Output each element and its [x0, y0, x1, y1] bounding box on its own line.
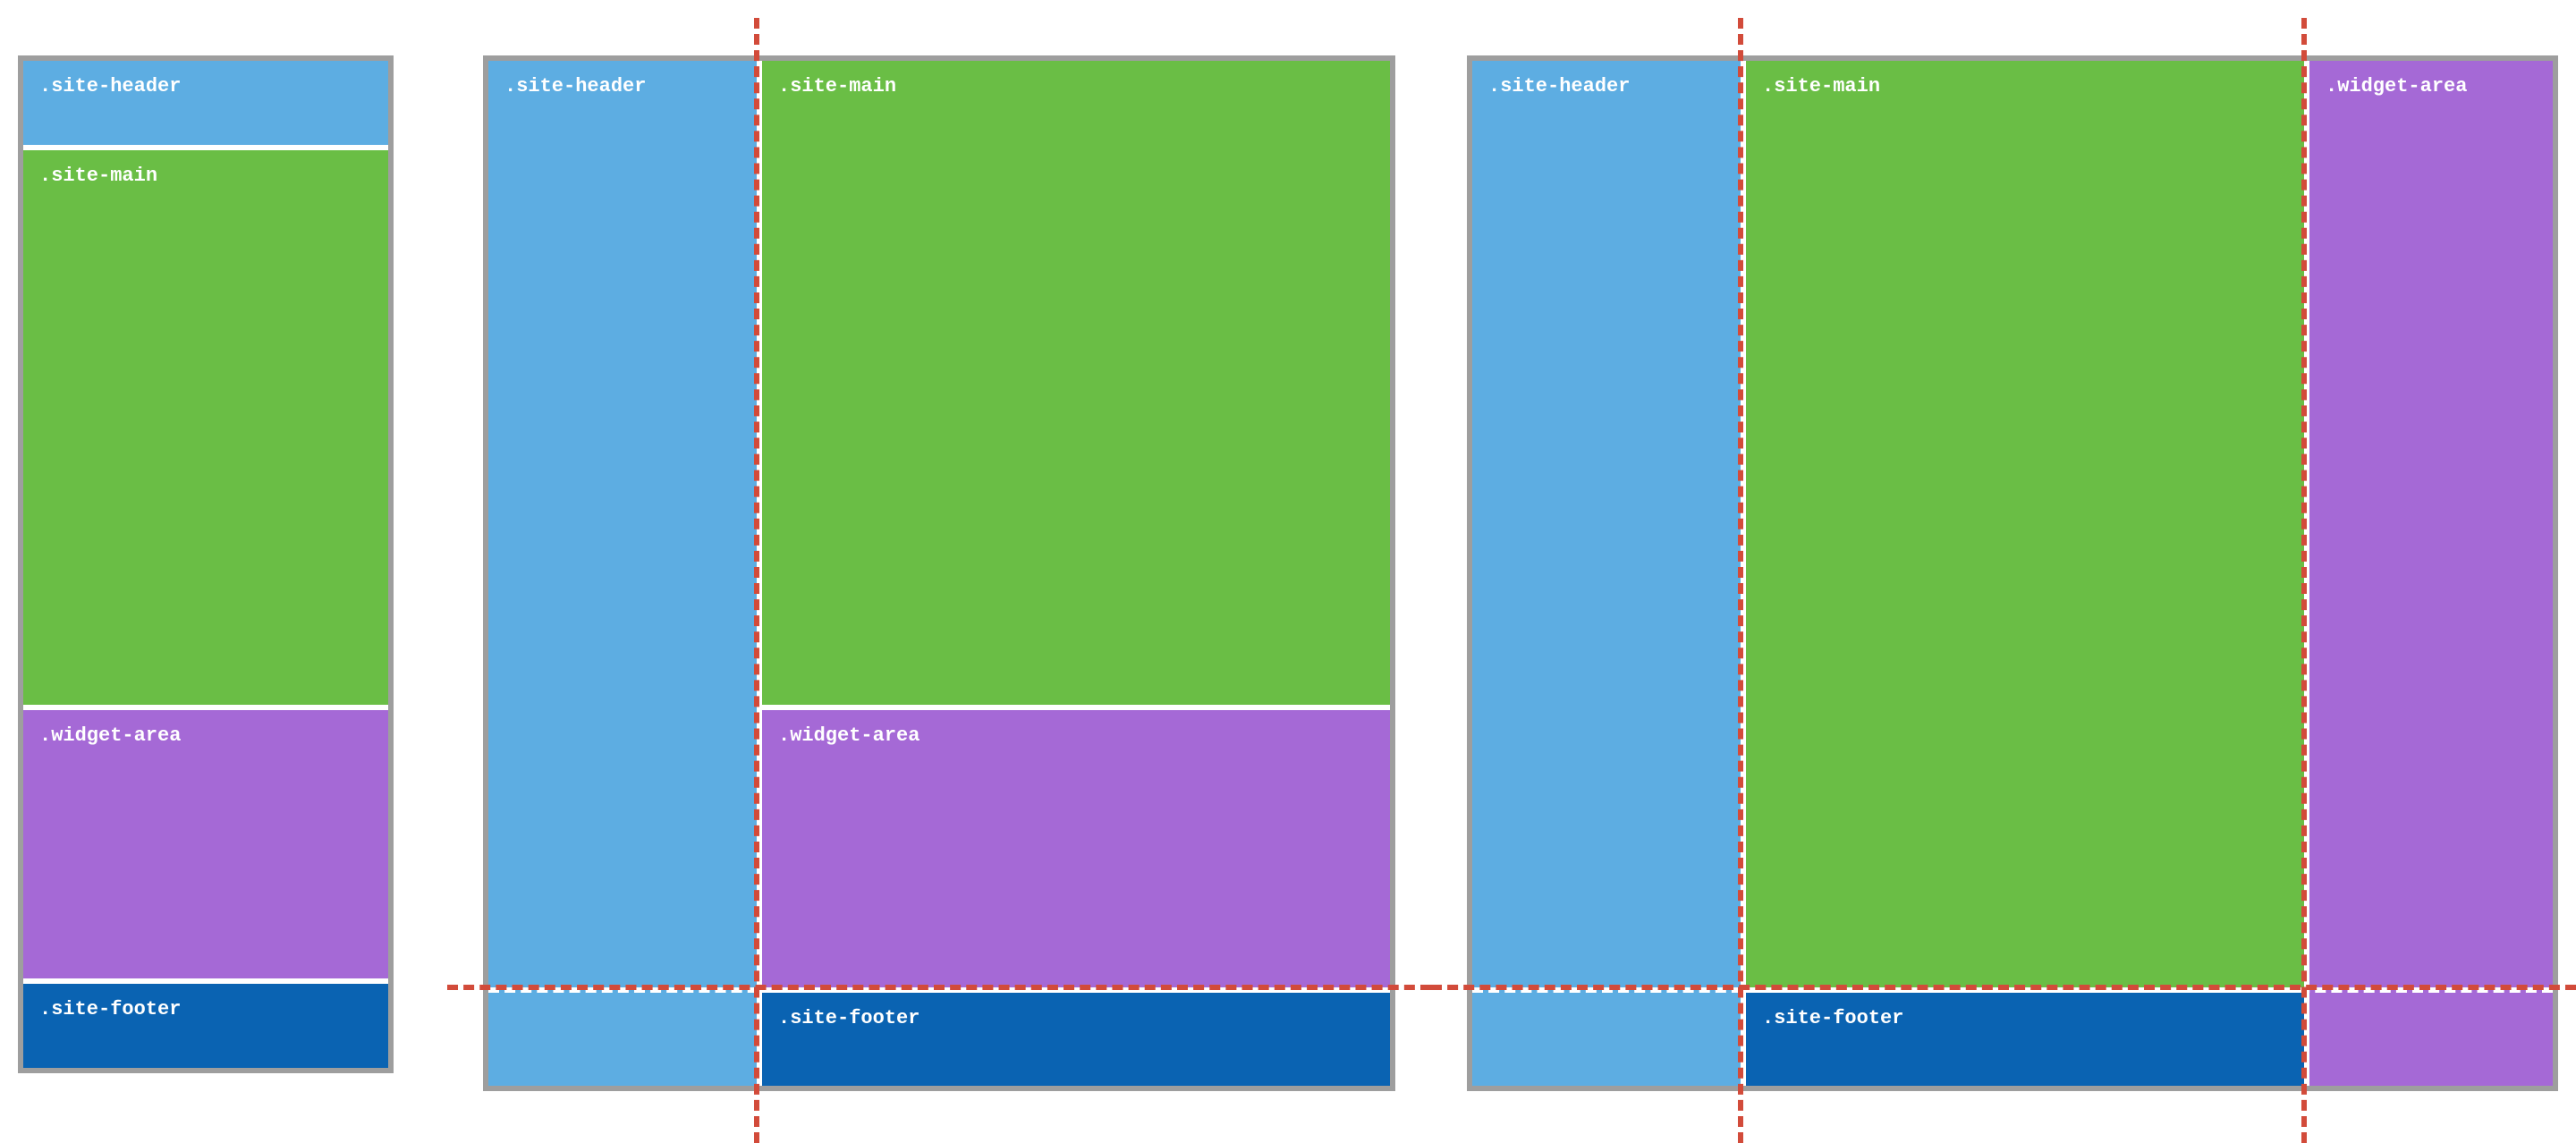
label-widget-area: .widget-area	[2326, 75, 2467, 97]
frame-mobile: .site-header .site-main .widget-area .si…	[18, 55, 394, 1073]
label-site-main: .site-main	[1762, 75, 1880, 97]
label-site-footer: .site-footer	[1762, 1007, 1903, 1029]
region-widget-area: .widget-area	[23, 710, 388, 978]
frame-tablet: .site-header .site-main .widget-area .si…	[483, 55, 1395, 1091]
red-dash-vertical	[754, 18, 759, 1143]
label-widget-area: .widget-area	[39, 724, 181, 747]
label-site-main: .site-main	[778, 75, 896, 97]
region-site-footer: .site-footer	[762, 993, 1390, 1086]
frame-desktop: .site-header .site-main .site-footer .wi…	[1467, 55, 2558, 1091]
red-dash-vertical	[1738, 18, 1743, 1143]
region-site-footer: .site-footer	[1746, 993, 2304, 1086]
red-dash-horizontal	[447, 985, 1431, 990]
diagram-stage: .site-header .site-main .widget-area .si…	[0, 0, 2576, 1143]
label-site-main: .site-main	[39, 165, 157, 187]
region-widget-area: .widget-area	[762, 710, 1390, 987]
region-site-header: .site-header	[488, 61, 757, 1086]
region-site-main: .site-main	[762, 61, 1390, 705]
region-widget-area: .widget-area	[2309, 61, 2553, 1086]
region-site-main: .site-main	[23, 150, 388, 705]
region-site-header: .site-header	[1472, 61, 1741, 1086]
label-site-header: .site-header	[39, 75, 181, 97]
label-site-header: .site-header	[504, 75, 646, 97]
label-site-footer: .site-footer	[778, 1007, 919, 1029]
region-site-footer: .site-footer	[23, 984, 388, 1068]
region-site-main: .site-main	[1746, 61, 2304, 987]
region-site-header: .site-header	[23, 61, 388, 145]
label-site-footer: .site-footer	[39, 998, 181, 1020]
label-widget-area: .widget-area	[778, 724, 919, 747]
red-dash-vertical	[2301, 18, 2307, 1143]
red-dash-horizontal	[1431, 985, 2576, 990]
label-site-header: .site-header	[1488, 75, 1630, 97]
